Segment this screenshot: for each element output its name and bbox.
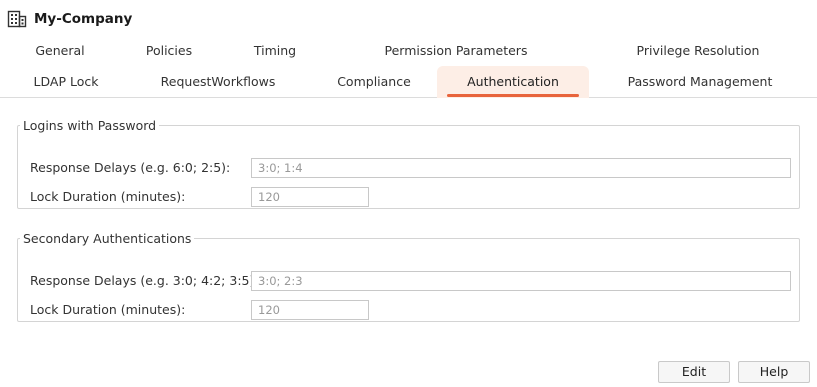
page-header: My-Company	[7, 8, 132, 30]
group-legend: Logins with Password	[23, 118, 157, 133]
page-title: My-Company	[34, 11, 133, 27]
tab-privilege-resolution[interactable]: Privilege Resolution	[622, 35, 774, 67]
tab-ldap-lock[interactable]: LDAP Lock	[20, 66, 112, 98]
lock-duration-input[interactable]: 120	[251, 187, 369, 207]
response-delays-input[interactable]: 3:0; 2:3	[251, 271, 791, 291]
secondary-authentications-group: Secondary Authentications Response Delay…	[17, 231, 800, 322]
lock-duration-label: Lock Duration (minutes):	[30, 189, 186, 204]
tab-general[interactable]: General	[20, 35, 100, 67]
building-icon	[7, 9, 27, 29]
tab-authentication[interactable]: Authentication	[437, 66, 589, 98]
tab-policies[interactable]: Policies	[130, 35, 208, 67]
response-delays-input[interactable]: 3:0; 1:4	[251, 158, 791, 178]
group-legend: Secondary Authentications	[23, 231, 192, 246]
response-delays-label: Response Delays (e.g. 3:0; 4:2; 3:5):	[30, 273, 259, 288]
lock-duration-label: Lock Duration (minutes):	[30, 302, 186, 317]
tab-compliance[interactable]: Compliance	[322, 66, 426, 98]
edit-button[interactable]: Edit	[658, 361, 730, 383]
help-button[interactable]: Help	[738, 361, 810, 383]
lock-duration-input[interactable]: 120	[251, 300, 369, 320]
tab-bar-row-2: LDAP Lock RequestWorkflows Compliance Au…	[0, 66, 817, 98]
logins-with-password-group: Logins with Password Response Delays (e.…	[17, 118, 800, 209]
tab-request-workflows[interactable]: RequestWorkflows	[145, 66, 291, 98]
tab-bar-row-1: General Policies Timing Permission Param…	[0, 35, 817, 67]
response-delays-label: Response Delays (e.g. 6:0; 2:5):	[30, 160, 231, 175]
tab-timing[interactable]: Timing	[240, 35, 310, 67]
tab-permission-parameters[interactable]: Permission Parameters	[370, 35, 542, 67]
tab-password-management[interactable]: Password Management	[614, 66, 786, 98]
